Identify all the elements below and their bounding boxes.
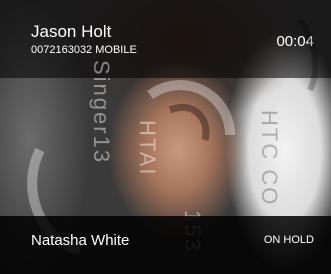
active-call-bar[interactable]: Jason Holt 0072163032 MOBILE 00:04	[0, 0, 331, 78]
held-caller-name: Natasha White	[31, 232, 130, 249]
in-call-screen: Jason Holt 0072163032 MOBILE 00:04 Singe…	[0, 0, 331, 274]
watermark-text: Singer13	[89, 60, 114, 165]
caller-number: 0072163032 MOBILE	[31, 44, 137, 56]
watermark-text: HTAI	[135, 120, 160, 177]
caller-name: Jason Holt	[31, 22, 112, 41]
call-timer: 00:04	[276, 33, 314, 50]
watermark-text: HTC CO	[257, 110, 282, 207]
hold-status-label: ON HOLD	[263, 234, 314, 246]
